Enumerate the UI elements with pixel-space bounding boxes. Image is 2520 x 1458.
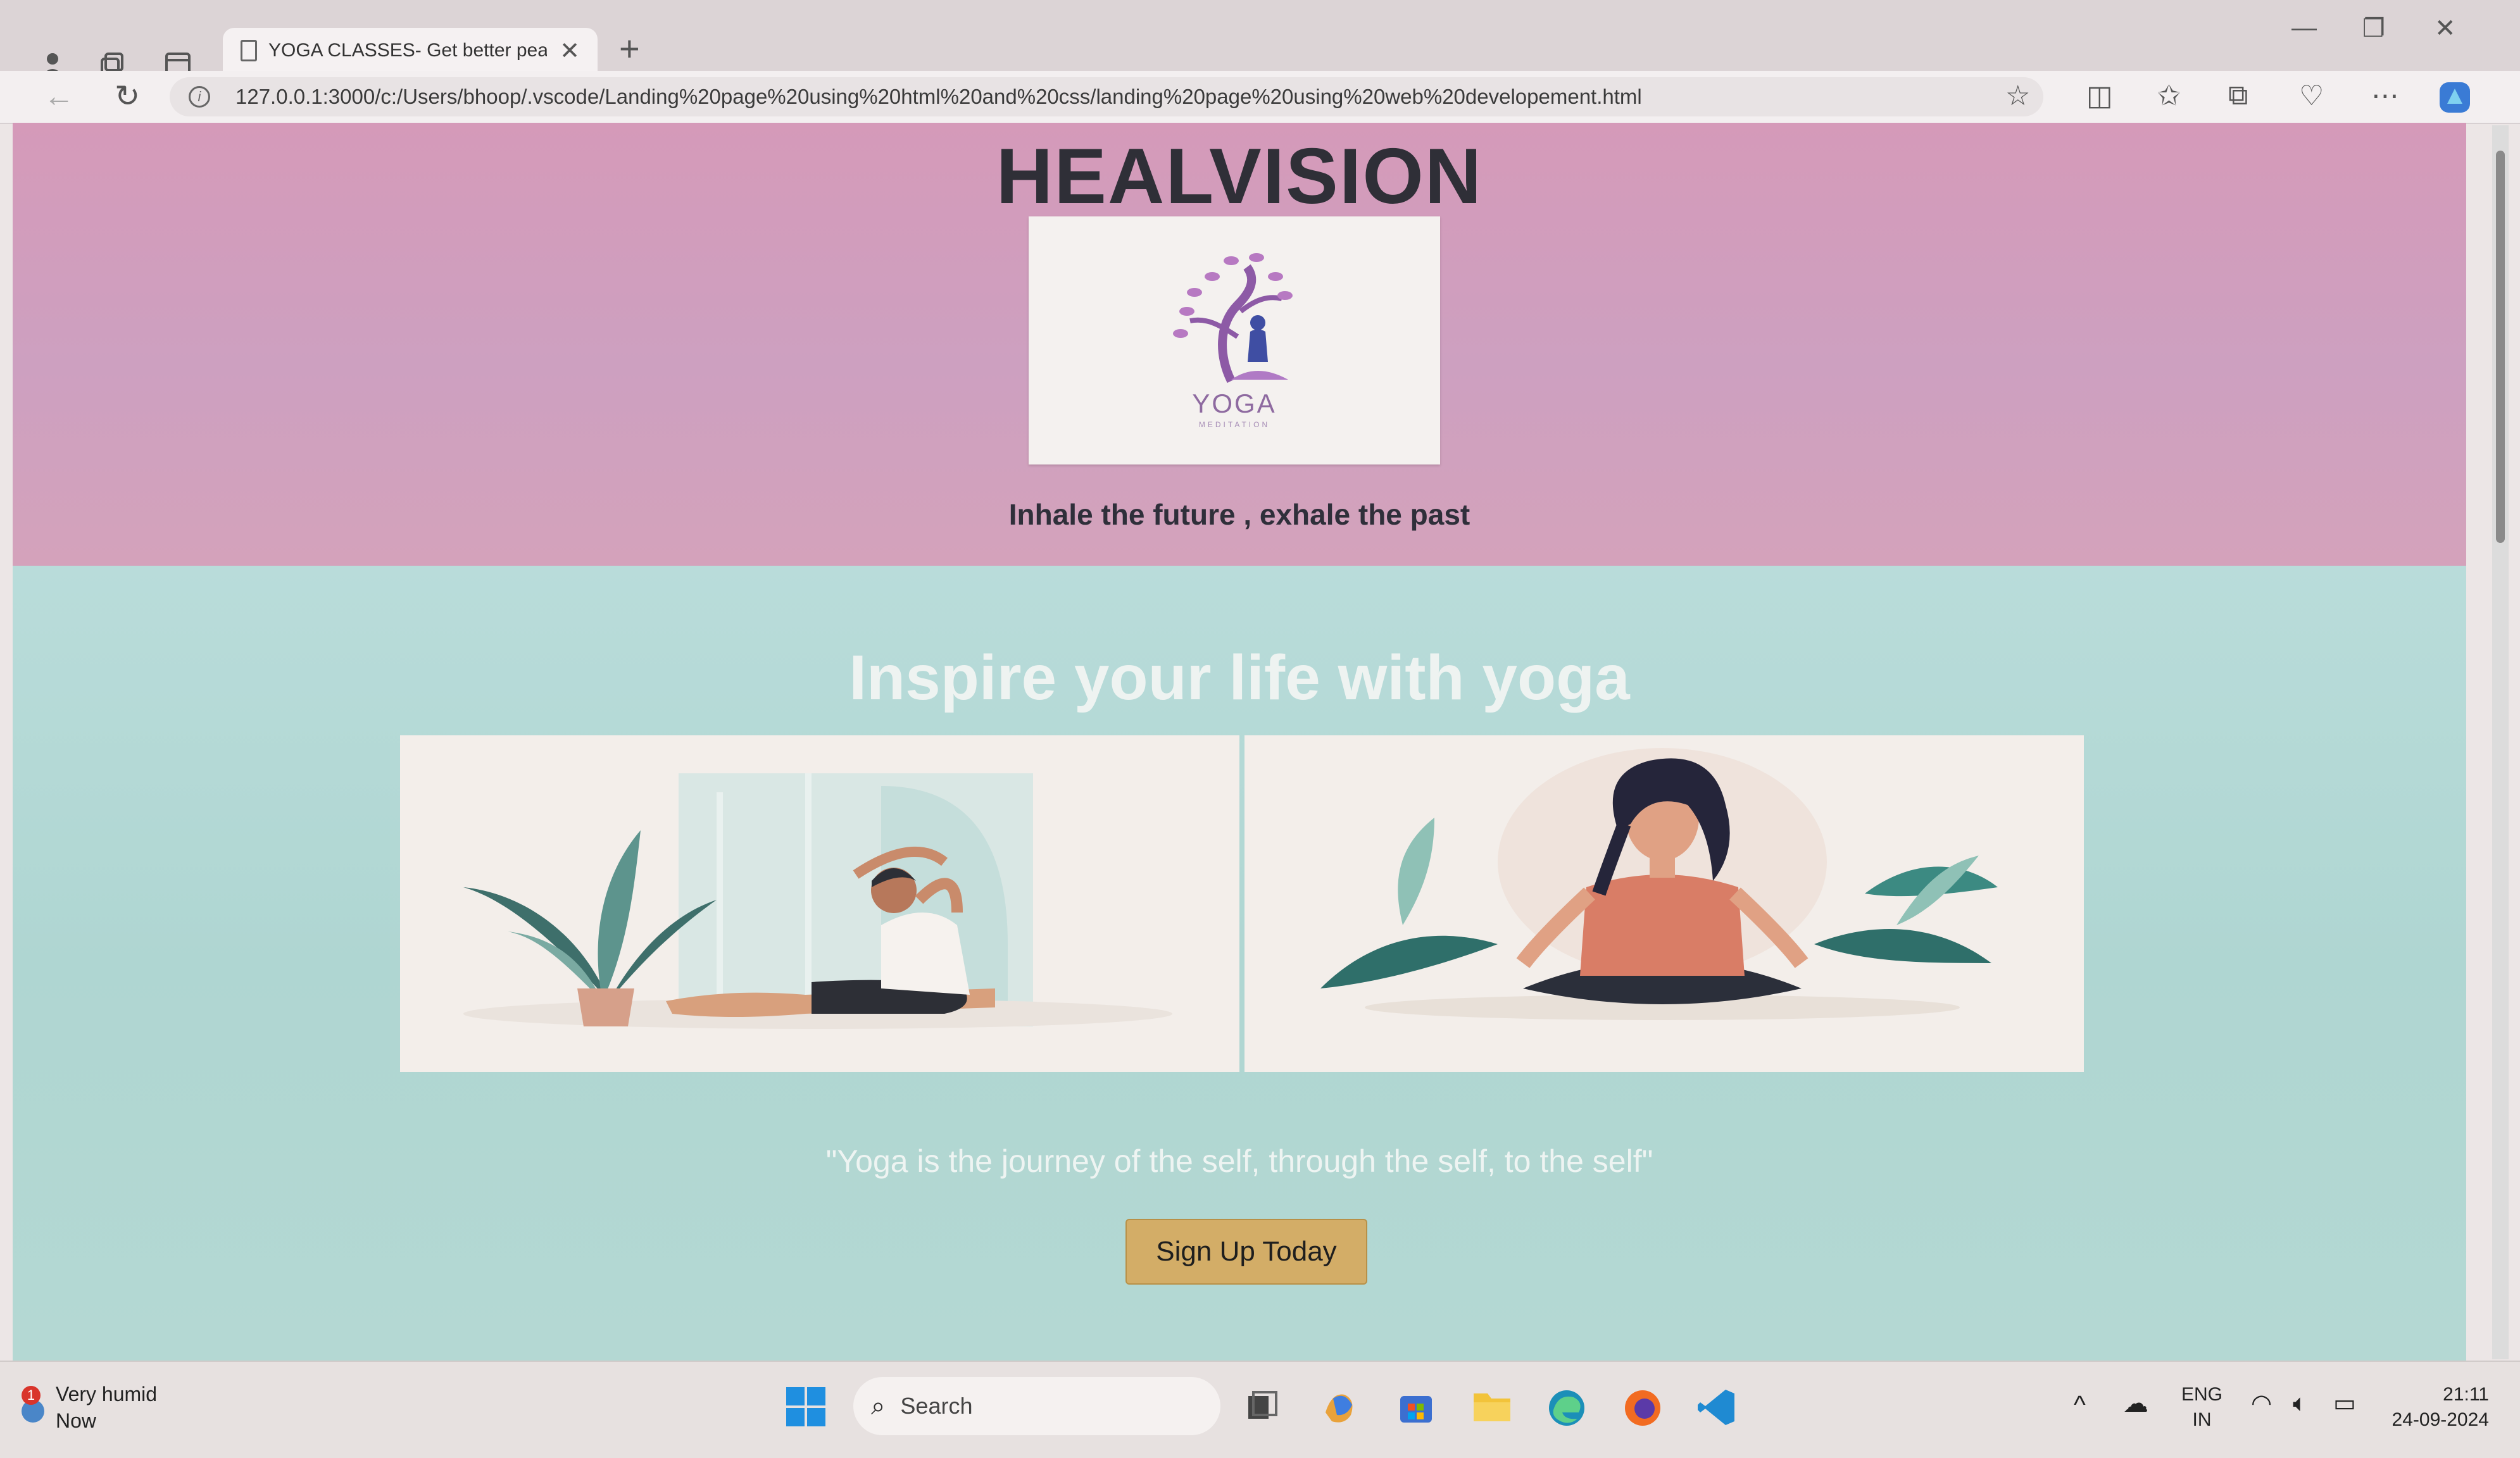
weather-condition: Very humid xyxy=(56,1383,158,1405)
task-view-icon[interactable] xyxy=(1243,1387,1281,1428)
clock[interactable]: 21:11 24-09-2024 xyxy=(2381,1382,2489,1433)
logo-image: YOGA MEDITATION xyxy=(1029,216,1440,464)
language-code: ENG xyxy=(2181,1384,2223,1405)
browser-essentials-icon[interactable]: ♡ xyxy=(2299,80,2324,112)
collections-icon[interactable]: ⧉ xyxy=(2228,80,2248,111)
tagline: Inhale the future , exhale the past xyxy=(1008,498,1470,531)
close-window-icon[interactable]: ✕ xyxy=(2435,14,2456,43)
hero-section: HEALVISION YOGA MEDITATION Inhale the fu… xyxy=(13,123,2466,566)
browser-tabstrip: YOGA CLASSES- Get better peace ✕ + — ❐ ✕ xyxy=(0,0,2520,77)
screen: YOGA CLASSES- Get better peace ✕ + — ❐ ✕… xyxy=(0,0,2520,1458)
new-tab-icon[interactable]: + xyxy=(619,28,640,69)
store-icon[interactable] xyxy=(1396,1387,1436,1430)
content-section: Inspire your life with yoga "Yoga is the… xyxy=(13,566,2466,1361)
logo-subtext: MEDITATION xyxy=(1198,420,1270,429)
page-viewport: HEALVISION YOGA MEDITATION Inhale the fu… xyxy=(13,123,2466,1361)
firefox-icon[interactable] xyxy=(1622,1387,1664,1432)
restore-icon[interactable]: ❐ xyxy=(2362,14,2385,43)
edge-browser-icon[interactable] xyxy=(1546,1387,1588,1432)
weather-text[interactable]: Very humid Now xyxy=(56,1381,157,1434)
stretching-yoga-image xyxy=(400,735,1239,1072)
site-title: HEALVISION xyxy=(996,133,1483,220)
taskbar: 1 Very humid Now ⌕ Search ^ ☁ ENG IN ◠ 🔈… xyxy=(0,1361,2520,1458)
browser-toolbar: ← ↻ i 127.0.0.1:3000/c:/Users/bhoop/.vsc… xyxy=(0,71,2520,124)
page-icon xyxy=(241,40,257,61)
search-label: Search xyxy=(900,1393,973,1419)
page-scrollbar[interactable] xyxy=(2492,125,2509,1359)
back-icon[interactable]: ← xyxy=(37,75,81,119)
url-text: 127.0.0.1:3000/c:/Users/bhoop/.vscode/La… xyxy=(235,85,1642,108)
start-button[interactable] xyxy=(785,1386,827,1431)
close-tab-icon[interactable]: ✕ xyxy=(560,37,580,65)
browser-tab[interactable]: YOGA CLASSES- Get better peace ✕ xyxy=(223,28,598,73)
clock-date: 24-09-2024 xyxy=(2391,1409,2489,1430)
taskbar-search[interactable]: ⌕ Search xyxy=(853,1377,1220,1435)
tab-title: YOGA CLASSES- Get better peace xyxy=(268,40,547,61)
more-options-icon[interactable]: ⋯ xyxy=(2371,80,2399,112)
search-icon: ⌕ xyxy=(871,1392,886,1420)
favorite-star-icon[interactable]: ☆ xyxy=(2005,80,2030,112)
file-explorer-icon[interactable] xyxy=(1471,1387,1513,1428)
sign-up-button[interactable]: Sign Up Today xyxy=(1125,1219,1367,1285)
copilot-icon[interactable] xyxy=(2437,80,2473,122)
yoga-quote: "Yoga is the journey of the self, throug… xyxy=(825,1143,1653,1179)
logo-text: YOGA xyxy=(1192,389,1277,418)
vscode-icon[interactable] xyxy=(1696,1387,1737,1431)
windows-icon xyxy=(786,1387,825,1426)
wifi-icon[interactable]: ◠ xyxy=(2251,1391,2272,1416)
section-heading: Inspire your life with yoga xyxy=(849,642,1630,713)
weather-time: Now xyxy=(56,1409,97,1432)
show-hidden-icons[interactable]: ^ xyxy=(2074,1392,2086,1418)
split-screen-icon[interactable]: ◫ xyxy=(2086,80,2113,112)
weather-badge: 1 xyxy=(22,1386,41,1405)
scrollbar-thumb[interactable] xyxy=(2496,151,2505,543)
battery-icon[interactable]: ▭ xyxy=(2333,1391,2356,1416)
meditation-yoga-image xyxy=(1244,735,2084,1072)
minimize-icon[interactable]: — xyxy=(2291,14,2317,42)
volume-icon[interactable]: 🔈︎ xyxy=(2293,1391,2307,1416)
favorites-icon[interactable]: ✩ xyxy=(2157,80,2181,112)
region-code: IN xyxy=(2192,1409,2212,1430)
language-indicator[interactable]: ENG IN xyxy=(2181,1382,2222,1433)
site-info-icon[interactable]: i xyxy=(189,86,210,108)
refresh-icon[interactable]: ↻ xyxy=(105,75,149,119)
onedrive-icon[interactable]: ☁ xyxy=(2123,1391,2148,1416)
clock-time: 21:11 xyxy=(2443,1384,2489,1405)
weather-widget[interactable]: 1 xyxy=(15,1386,51,1430)
copilot-taskbar-icon[interactable] xyxy=(1319,1387,1360,1431)
address-bar[interactable]: i 127.0.0.1:3000/c:/Users/bhoop/.vscode/… xyxy=(170,77,2043,116)
